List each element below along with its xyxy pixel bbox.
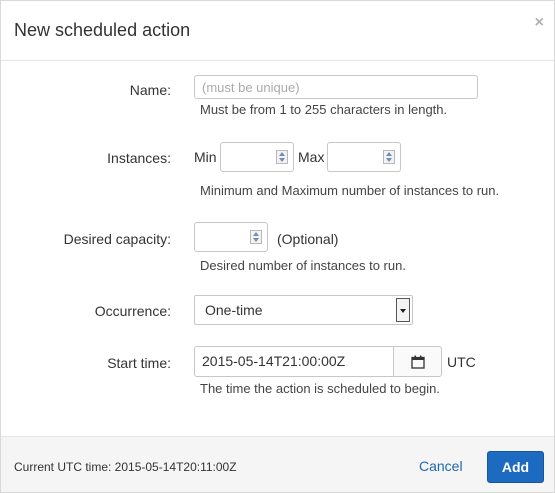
occurrence-select[interactable]: One-time: [194, 295, 413, 325]
stepper-arrows-icon[interactable]: [276, 150, 288, 164]
start-time-hint: The time the action is scheduled to begi…: [200, 381, 440, 396]
name-hint: Must be from 1 to 255 characters in leng…: [200, 102, 448, 117]
calendar-icon: [411, 355, 425, 369]
chevron-down-icon[interactable]: [396, 298, 410, 322]
optional-label: (Optional): [277, 231, 339, 247]
name-label: Name:: [129, 82, 171, 98]
add-button[interactable]: Add: [487, 451, 544, 483]
start-time-input[interactable]: 2015-05-14T21:00:00Z: [194, 346, 394, 377]
max-label: Max: [298, 149, 325, 165]
min-instances-stepper[interactable]: [220, 142, 294, 172]
instances-hint: Minimum and Maximum number of instances …: [200, 183, 500, 198]
calendar-button[interactable]: [393, 346, 442, 377]
occurrence-selected-value: One-time: [205, 302, 263, 318]
stepper-arrows-icon[interactable]: [250, 230, 262, 244]
dialog-footer: Current UTC time: 2015-05-14T20:11:00Z C…: [1, 436, 554, 492]
new-scheduled-action-dialog: New scheduled action × Name: Must be fro…: [0, 0, 555, 493]
close-icon[interactable]: ×: [535, 14, 544, 32]
start-time-label: Start time:: [107, 355, 171, 371]
current-utc-time: Current UTC time: 2015-05-14T20:11:00Z: [14, 460, 237, 474]
instances-label: Instances:: [107, 150, 171, 166]
cancel-button[interactable]: Cancel: [419, 458, 463, 474]
desired-capacity-label: Desired capacity:: [63, 231, 171, 247]
occurrence-label: Occurrence:: [94, 303, 171, 319]
timezone-label: UTC: [447, 354, 476, 370]
stepper-arrows-icon[interactable]: [383, 150, 395, 164]
max-instances-stepper[interactable]: [327, 142, 401, 172]
desired-capacity-stepper[interactable]: [194, 222, 268, 252]
desired-capacity-hint: Desired number of instances to run.: [200, 258, 406, 273]
dialog-title: New scheduled action: [14, 20, 191, 40]
name-input[interactable]: [194, 75, 478, 99]
dialog-header: New scheduled action ×: [1, 1, 554, 61]
min-label: Min: [194, 149, 217, 165]
